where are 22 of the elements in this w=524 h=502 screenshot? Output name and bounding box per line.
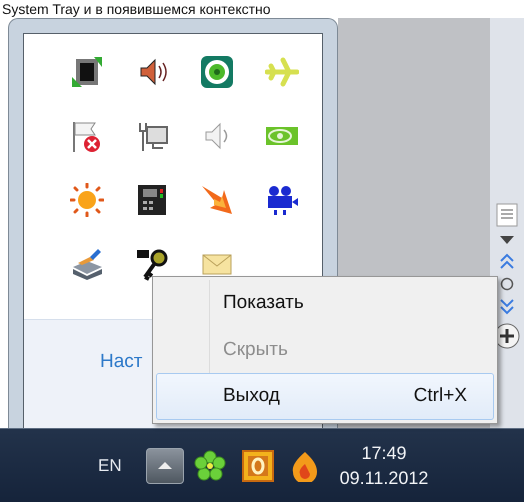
eye-icon[interactable] [200, 55, 234, 89]
customize-link[interactable]: Наст [100, 351, 142, 372]
time-text: 17:49 [360, 442, 408, 466]
language-indicator[interactable]: EN [98, 452, 122, 478]
sun-icon[interactable] [70, 183, 104, 217]
clock[interactable]: 17:49 09.11.2012 [340, 441, 428, 490]
down-triangle-icon[interactable] [499, 235, 515, 245]
keys-icon[interactable] [134, 247, 168, 281]
monitor-arrows-icon[interactable] [70, 55, 104, 89]
letter-o-icon[interactable] [242, 450, 274, 482]
show-hidden-icons-button[interactable] [146, 448, 184, 484]
circle-icon[interactable] [500, 277, 514, 291]
flower-icon[interactable] [194, 450, 226, 482]
up-arrow-icon [156, 461, 173, 470]
down-double-arrow-icon[interactable] [499, 299, 515, 315]
menu-item[interactable]: Показать [156, 280, 494, 326]
date-text: 09.11.2012 [340, 466, 428, 490]
up-double-arrow-icon[interactable] [499, 253, 515, 269]
caption-text: System Tray и в появившемся контекстно [1, 0, 272, 18]
lines-icon[interactable] [496, 203, 518, 227]
menu-item[interactable]: Выход Ctrl+X [156, 373, 494, 420]
flame-arrow-icon[interactable] [200, 183, 234, 217]
